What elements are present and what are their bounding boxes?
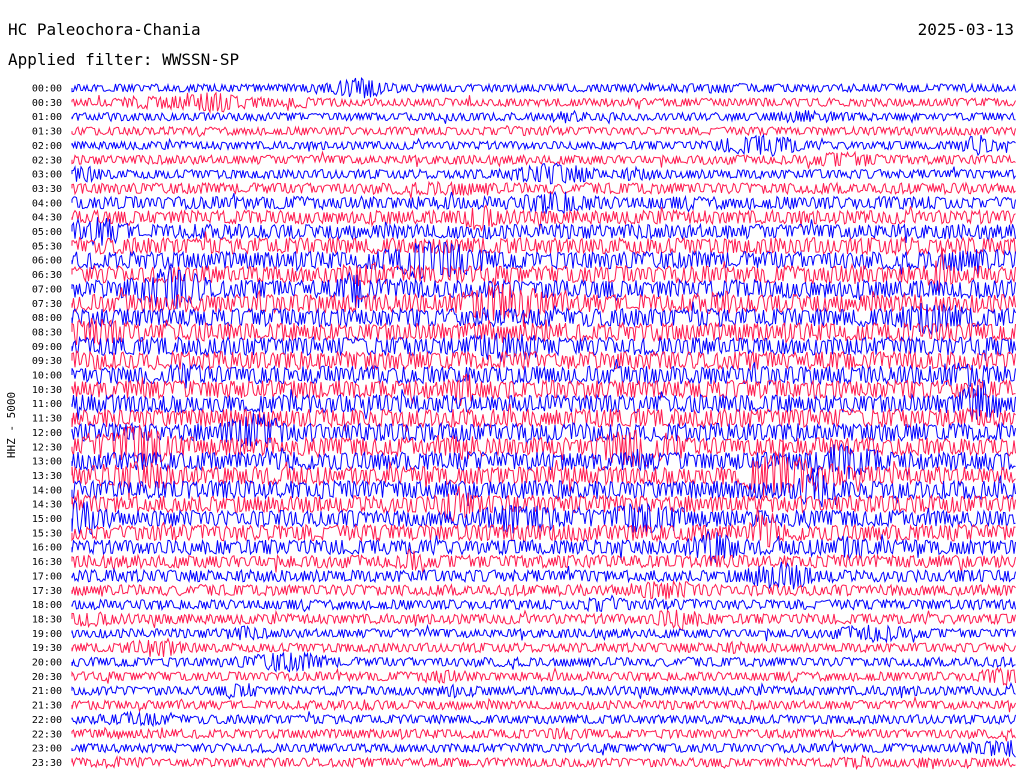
time-label-01:00: 01:00: [32, 112, 62, 123]
time-label-02:30: 02:30: [32, 155, 62, 166]
trace-21:00: [71, 681, 1016, 700]
time-label-13:00: 13:00: [32, 457, 62, 468]
trace-03:30: [71, 180, 1016, 199]
trace-23:30: [71, 754, 1016, 771]
time-label-14:30: 14:30: [32, 500, 62, 511]
time-label-12:30: 12:30: [32, 442, 62, 453]
time-label-17:00: 17:00: [32, 571, 62, 582]
trace-23:00: [71, 739, 1016, 758]
trace-19:00: [71, 623, 1016, 644]
trace-group: [71, 77, 1016, 771]
time-label-13:30: 13:30: [32, 471, 62, 482]
time-label-11:30: 11:30: [32, 414, 62, 425]
trace-01:00: [71, 109, 1016, 125]
time-label-21:00: 21:00: [32, 686, 62, 697]
time-label-00:00: 00:00: [32, 84, 62, 95]
trace-02:30: [71, 150, 1016, 169]
time-label-23:00: 23:00: [32, 744, 62, 755]
time-label-16:30: 16:30: [32, 557, 62, 568]
time-label-10:00: 10:00: [32, 371, 62, 382]
time-label-11:00: 11:00: [32, 399, 62, 410]
channel-label: HHZ - 5000: [5, 392, 18, 458]
time-label-03:30: 03:30: [32, 184, 62, 195]
trace-01:30: [71, 124, 1016, 138]
time-label-19:00: 19:00: [32, 629, 62, 640]
trace-22:30: [71, 726, 1016, 742]
time-label-16:00: 16:00: [32, 543, 62, 554]
time-label-01:30: 01:30: [32, 127, 62, 138]
time-label-06:30: 06:30: [32, 270, 62, 281]
time-label-14:00: 14:00: [32, 485, 62, 496]
time-labels: 00:00 00:30 01:00 01:30 02:00 02:30 03:00 03:30…: [32, 84, 62, 769]
time-label-15:00: 15:00: [32, 514, 62, 525]
time-label-05:30: 05:30: [32, 241, 62, 252]
trace-03:00: [71, 162, 1016, 185]
time-label-08:30: 08:30: [32, 327, 62, 338]
trace-22:00: [71, 710, 1016, 728]
time-label-18:00: 18:00: [32, 600, 62, 611]
trace-02:00: [71, 133, 1016, 157]
time-label-06:00: 06:00: [32, 256, 62, 267]
time-label-10:30: 10:30: [32, 385, 62, 396]
time-label-08:00: 08:00: [32, 313, 62, 324]
trace-20:00: [71, 651, 1016, 673]
time-label-12:00: 12:00: [32, 428, 62, 439]
trace-04:00: [71, 190, 1016, 215]
time-label-20:30: 20:30: [32, 672, 62, 683]
seismogram-plot: 00:00 00:30 01:00 01:30 02:00 02:30 03:00 03:30…: [5, 77, 1016, 771]
trace-20:30: [71, 667, 1016, 687]
trace-15:30: [71, 506, 1016, 548]
time-label-19:30: 19:30: [32, 643, 62, 654]
time-label-04:30: 04:30: [32, 213, 62, 224]
time-label-07:00: 07:00: [32, 284, 62, 295]
time-label-09:30: 09:30: [32, 356, 62, 367]
time-label-21:30: 21:30: [32, 701, 62, 712]
time-label-22:30: 22:30: [32, 729, 62, 740]
trace-09:30: [71, 349, 1016, 372]
trace-06:30: [71, 247, 1016, 291]
time-label-09:00: 09:00: [32, 342, 62, 353]
time-label-22:00: 22:00: [32, 715, 62, 726]
time-label-05:00: 05:00: [32, 227, 62, 238]
trace-17:30: [71, 579, 1016, 600]
time-label-00:30: 00:30: [32, 98, 62, 109]
trace-00:00: [71, 77, 1016, 99]
trace-18:30: [71, 609, 1016, 631]
time-label-02:00: 02:00: [32, 141, 62, 152]
time-label-07:30: 07:30: [32, 299, 62, 310]
time-label-17:30: 17:30: [32, 586, 62, 597]
trace-00:30: [71, 91, 1016, 114]
time-label-15:30: 15:30: [32, 528, 62, 539]
time-label-04:00: 04:00: [32, 198, 62, 209]
time-label-03:00: 03:00: [32, 170, 62, 181]
time-label-20:00: 20:00: [32, 658, 62, 669]
time-label-23:30: 23:30: [32, 758, 62, 769]
trace-18:00: [71, 594, 1016, 613]
trace-21:30: [71, 695, 1016, 713]
time-label-18:30: 18:30: [32, 614, 62, 625]
trace-19:30: [71, 637, 1016, 657]
